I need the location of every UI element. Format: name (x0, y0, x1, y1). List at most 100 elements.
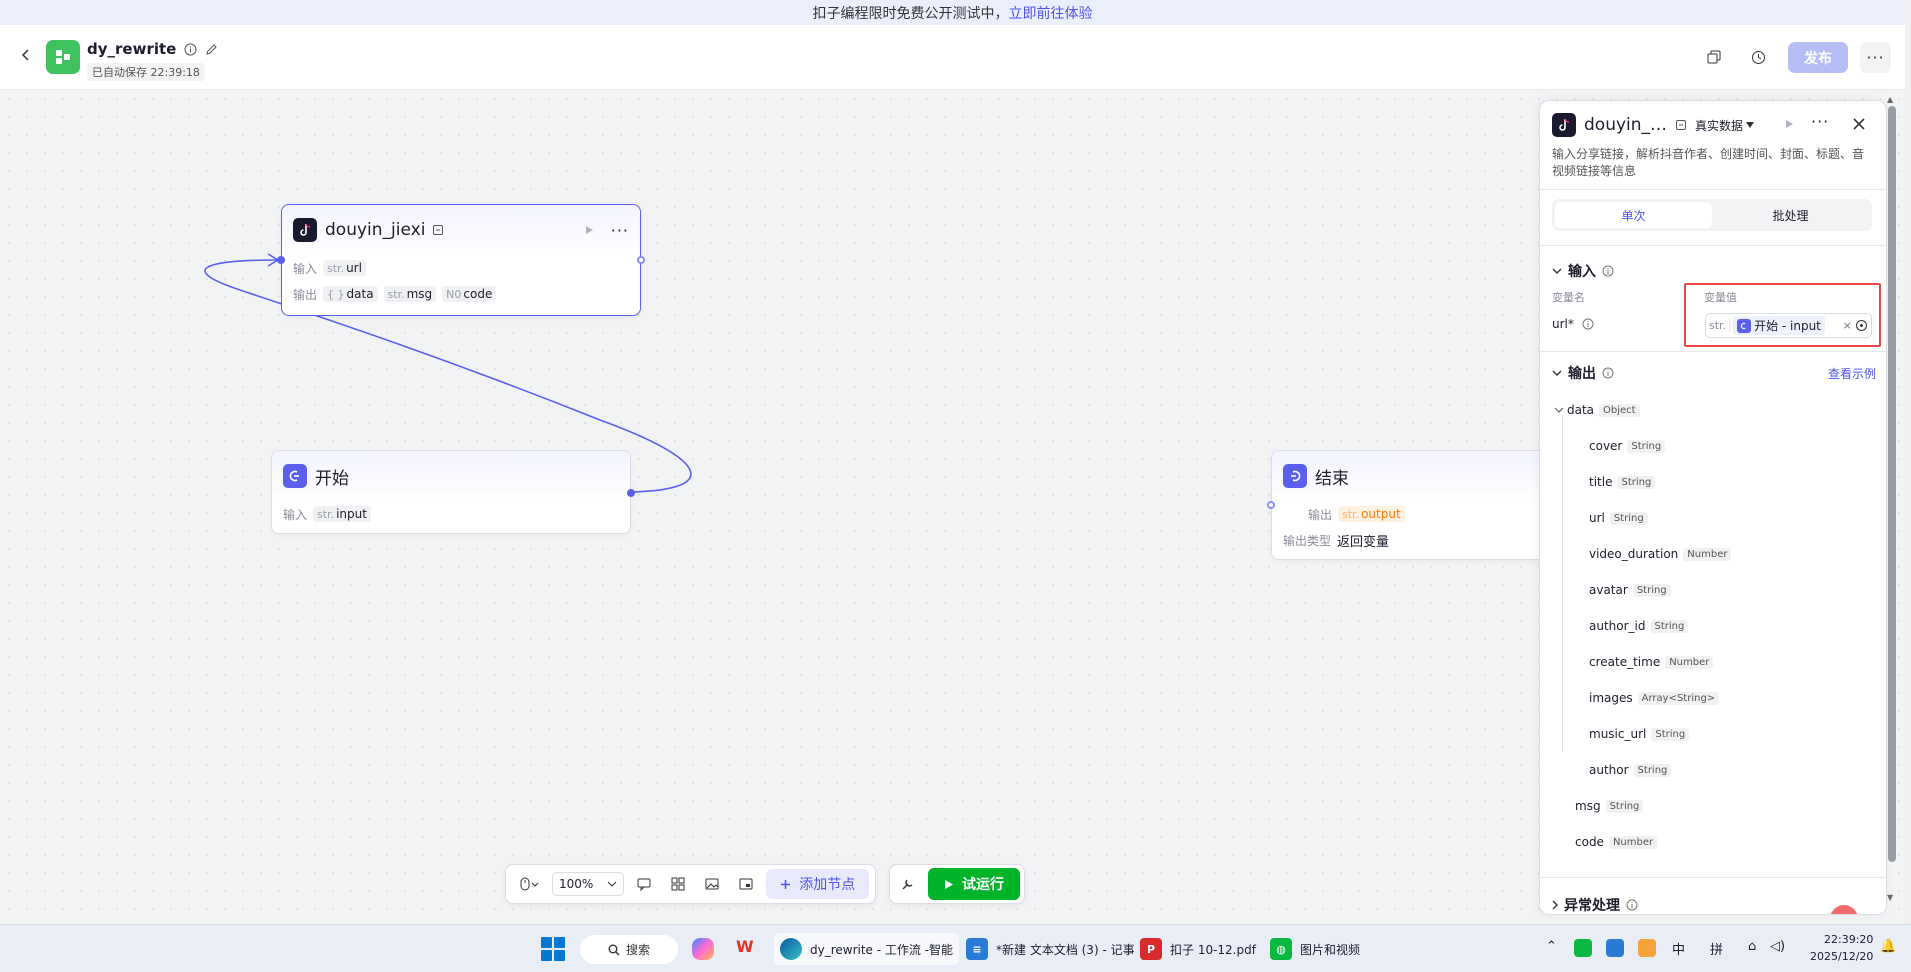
taskbar-app-edge[interactable]: dy_rewrite - 工作流 -智能 (774, 933, 960, 965)
network-icon[interactable]: ⌂ (1748, 939, 1756, 954)
copilot-icon[interactable] (692, 938, 714, 960)
panel-more-icon[interactable]: ··· (1811, 112, 1829, 131)
test-run-label: 试运行 (962, 876, 1004, 892)
info-icon[interactable] (1582, 318, 1594, 330)
wps-icon[interactable]: W (736, 937, 754, 956)
input-section-header[interactable]: 输入 (1552, 261, 1614, 281)
param-name: url* (1552, 317, 1574, 331)
edge-browser-icon (780, 938, 802, 960)
tab-batch[interactable]: 批处理 (1712, 202, 1869, 228)
notepad-icon: ≡ (966, 938, 988, 960)
run-node-icon[interactable] (1783, 118, 1795, 130)
node-header: 开始 (272, 451, 630, 501)
plus-icon (781, 879, 791, 889)
node-end[interactable]: 结束 输出 str. output 输出类型 返回变量 (1267, 450, 1551, 560)
zoom-select[interactable]: 100% (552, 872, 625, 896)
output-port[interactable] (627, 489, 635, 497)
window-scrollbar[interactable] (1905, 0, 1911, 924)
chevron-down-icon (1552, 268, 1562, 274)
real-data-dropdown[interactable]: 真实数据 (1695, 117, 1755, 134)
input-port[interactable] (1267, 501, 1275, 509)
output-param-tag: str. msg (383, 286, 437, 302)
node-more-icon[interactable]: ··· (611, 221, 629, 240)
tray-app-icon[interactable] (1606, 939, 1624, 957)
node-input-row: 输入 str. url (282, 255, 640, 281)
taskbar-app-label: 扣子 10-12.pdf (1170, 942, 1256, 957)
chevron-down-icon (607, 881, 617, 887)
run-node-icon[interactable] (583, 224, 595, 236)
scroll-up-arrow[interactable]: ▲ (1887, 95, 1893, 104)
exception-section-header[interactable]: 异常处理 (1552, 895, 1638, 914)
node-output-type-row: 输出类型 返回变量 (1272, 527, 1550, 553)
tray-app-icon[interactable] (1638, 939, 1656, 957)
node-title: 结束 (1315, 468, 1349, 489)
debug-tool-icon[interactable] (894, 870, 922, 898)
mouse-mode-icon[interactable] (512, 870, 546, 898)
banner-link[interactable]: 立即前往体验 (1009, 3, 1093, 23)
node-douyin-jiexi[interactable]: douyin_jiexi ··· 输入 str. url 输出 { } data s… (277, 204, 645, 316)
canvas-toolbar: 100% 添加节点 (505, 864, 877, 904)
taskbar-app-label: dy_rewrite - 工作流 -智能 (810, 942, 954, 957)
taskbar-app-notepad[interactable]: ≡ *新建 文本文档 (3) - 记事 (960, 933, 1141, 965)
tray-wechat-icon[interactable] (1574, 939, 1592, 957)
scroll-down-arrow[interactable]: ▼ (1887, 893, 1893, 902)
windows-start-icon[interactable] (541, 937, 565, 961)
tree-item: title String (1589, 475, 1656, 489)
tab-single[interactable]: 单次 (1555, 202, 1712, 228)
image-icon[interactable] (698, 870, 726, 898)
tree-item: images Array<String> (1589, 691, 1720, 705)
layout-icon[interactable] (664, 870, 692, 898)
info-icon[interactable] (1602, 265, 1614, 277)
divider (1540, 877, 1886, 878)
info-icon[interactable] (184, 43, 197, 56)
taskbar-search[interactable]: 搜索 (580, 935, 678, 964)
input-label: 输入 (283, 507, 308, 522)
node-start[interactable]: 开始 输入 str. input (271, 450, 635, 534)
volume-icon[interactable]: ◁) (1770, 939, 1785, 954)
chevron-down-icon[interactable] (1554, 407, 1564, 413)
ime-mode[interactable]: 中 (1672, 939, 1685, 958)
output-section-header[interactable]: 输出 (1552, 363, 1614, 383)
node-title: 开始 (315, 468, 349, 489)
tree-item: msg String (1575, 799, 1644, 813)
copy-icon[interactable] (1703, 46, 1725, 68)
history-icon[interactable] (1747, 46, 1769, 68)
taskbar-app-pdf[interactable]: P 扣子 10-12.pdf (1134, 933, 1262, 965)
tree-item: data Object (1567, 403, 1640, 417)
info-icon[interactable] (1602, 367, 1614, 379)
comment-icon[interactable] (630, 870, 658, 898)
notification-bell-icon[interactable]: 🔔 (1880, 939, 1896, 954)
system-clock[interactable]: 22:39:20 2025/12/20 (1810, 931, 1873, 965)
output-label: 输出 (293, 287, 318, 302)
minimap-icon[interactable] (732, 870, 760, 898)
plugin-icon (433, 225, 444, 235)
publish-button[interactable]: 发布 (1788, 42, 1848, 73)
panel-scrollbar[interactable] (1888, 106, 1896, 862)
ime-pinyin[interactable]: 拼 (1710, 939, 1723, 958)
view-example-link[interactable]: 查看示例 (1828, 365, 1876, 382)
close-icon[interactable] (1852, 117, 1866, 131)
more-options-button[interactable]: ··· (1860, 42, 1891, 73)
input-port[interactable] (277, 256, 285, 264)
tree-item: code Number (1575, 835, 1658, 849)
tiktok-icon (293, 218, 317, 242)
test-run-button[interactable]: 试运行 (928, 868, 1020, 900)
back-button[interactable] (16, 45, 36, 65)
pdf-icon: P (1140, 938, 1162, 960)
annotation-highlight-box (1684, 283, 1881, 347)
play-icon (945, 879, 953, 889)
var-name-header: 变量名 (1552, 291, 1585, 304)
taskbar-app-wechat[interactable]: ◍ 图片和视频 (1264, 933, 1366, 965)
output-param-tag: N0 code (442, 286, 497, 302)
add-node-button[interactable]: 添加节点 (766, 869, 870, 899)
info-icon[interactable] (1626, 899, 1638, 911)
workflow-title: dy_rewrite (87, 40, 218, 58)
assistant-avatar-icon[interactable] (1830, 905, 1858, 914)
end-icon (1283, 464, 1307, 488)
output-port[interactable] (637, 256, 645, 264)
search-label: 搜索 (625, 943, 650, 957)
node-input-row: 输入 str. input (272, 501, 630, 527)
edit-icon[interactable] (205, 43, 218, 56)
divider (1540, 351, 1886, 352)
tray-overflow-icon[interactable]: ⌃ (1546, 939, 1557, 954)
